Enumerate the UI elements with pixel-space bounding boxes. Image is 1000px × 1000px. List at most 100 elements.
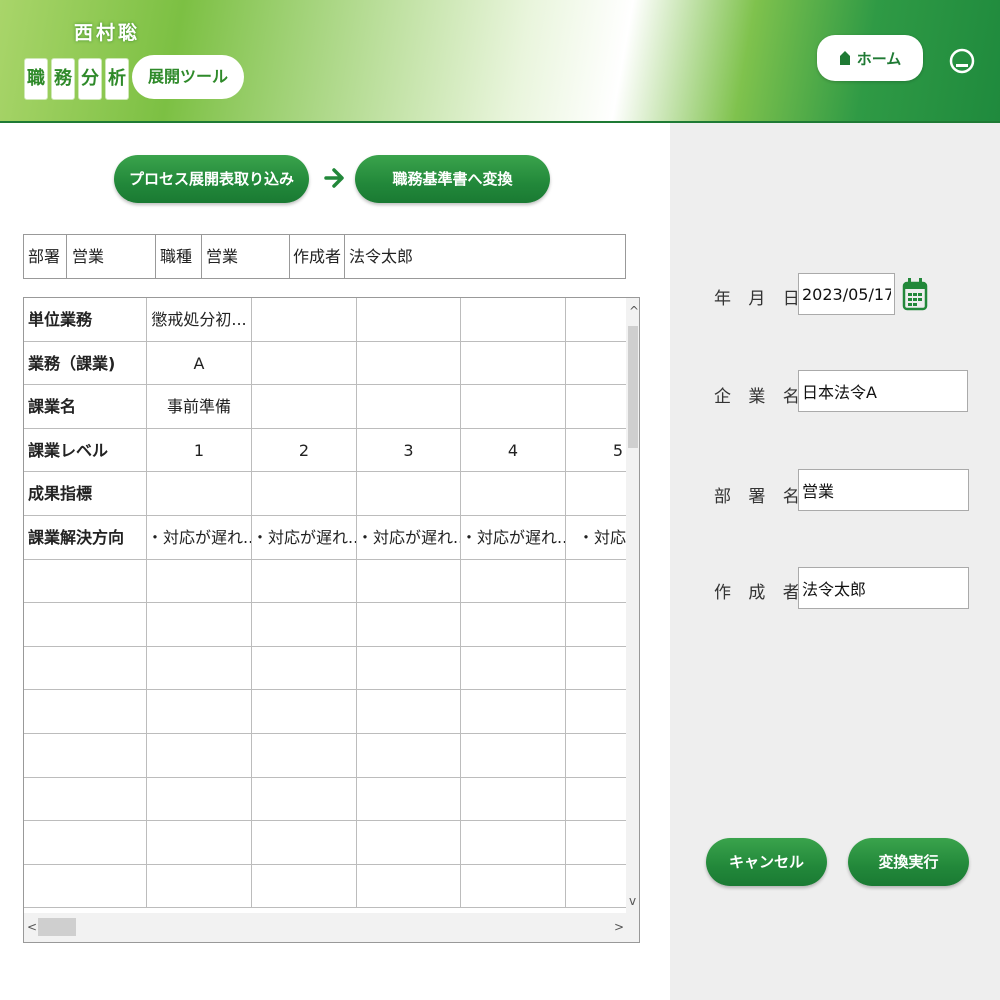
grid-cell[interactable]: [461, 690, 566, 734]
grid-cell[interactable]: [461, 734, 566, 778]
grid-cell[interactable]: [147, 559, 252, 604]
author-name: 西村聡: [74, 22, 141, 44]
arrow-right-icon: [324, 168, 344, 188]
grid-row-header[interactable]: [24, 559, 147, 604]
date-field[interactable]: [798, 273, 895, 315]
grid-row-header[interactable]: [24, 821, 147, 865]
grid-cell[interactable]: [461, 341, 566, 386]
grid-row-header[interactable]: 業務（課業): [24, 341, 147, 386]
grid-cell[interactable]: ・対応が遅れ...: [461, 516, 566, 560]
grid-cell[interactable]: [147, 646, 252, 691]
grid-cell[interactable]: ・対応が遅れ...: [252, 516, 357, 560]
grid-cell[interactable]: 1: [147, 428, 252, 473]
author-value: 法令太郎: [349, 247, 414, 266]
grid-cell[interactable]: [461, 777, 566, 822]
author-label: 作成者: [293, 247, 342, 266]
grid-row-header[interactable]: 成果指標: [24, 472, 147, 516]
grid-cell[interactable]: [147, 603, 252, 647]
grid-cell[interactable]: 4: [461, 428, 566, 473]
title-char-2: 務: [51, 58, 75, 100]
grid-row-header[interactable]: 課業名: [24, 385, 147, 429]
grid-cell[interactable]: [461, 472, 566, 516]
horizontal-scrollbar[interactable]: < >: [24, 913, 639, 942]
grid-cell[interactable]: 3: [357, 428, 461, 473]
grid-row-header[interactable]: 課業レベル: [24, 428, 147, 473]
grid-cell[interactable]: [252, 385, 357, 429]
calendar-icon[interactable]: [902, 275, 928, 313]
process-grid[interactable]: 単位業務 懲戒処分初... 業務（課業) A 課業名 事前準備 課業レベル 1 2 3 4 5 成果指標…: [23, 297, 640, 943]
grid-cell[interactable]: [461, 385, 566, 429]
grid-row-header[interactable]: [24, 646, 147, 691]
grid-cell[interactable]: [252, 777, 357, 822]
vertical-scrollbar[interactable]: ^ v: [626, 298, 639, 913]
grid-cell[interactable]: [357, 385, 461, 429]
title-char-1: 職: [24, 58, 48, 100]
grid-cell[interactable]: [252, 298, 357, 342]
cancel-button[interactable]: キャンセル: [706, 838, 827, 886]
horizontal-scroll-thumb[interactable]: [38, 918, 76, 936]
grid-cell[interactable]: ・対応が遅れ...: [357, 516, 461, 560]
grid-cell[interactable]: [147, 690, 252, 734]
dept-field[interactable]: [798, 469, 969, 511]
grid-cell[interactable]: [252, 864, 357, 909]
grid-cell[interactable]: [461, 646, 566, 691]
grid-cell[interactable]: [461, 559, 566, 604]
grid-cell[interactable]: A: [147, 341, 252, 386]
grid-cell[interactable]: [147, 777, 252, 822]
company-field[interactable]: [798, 370, 968, 412]
grid-cell[interactable]: 2: [252, 428, 357, 473]
grid-cell[interactable]: [252, 559, 357, 604]
convert-standard-button[interactable]: 職務基準書へ変換: [355, 155, 550, 203]
grid-cell[interactable]: [357, 559, 461, 604]
grid-row-header[interactable]: [24, 777, 147, 822]
grid-row-header[interactable]: 課業解決方向: [24, 516, 147, 560]
grid-cell[interactable]: [357, 734, 461, 778]
grid-cell[interactable]: [252, 472, 357, 516]
grid-cell[interactable]: [357, 341, 461, 386]
grid-cell[interactable]: [252, 646, 357, 691]
grid-cell[interactable]: [461, 821, 566, 865]
grid-row-header[interactable]: [24, 690, 147, 734]
grid-cell[interactable]: [252, 821, 357, 865]
scroll-left-icon[interactable]: <: [27, 920, 37, 934]
import-process-button[interactable]: プロセス展開表取り込み: [114, 155, 309, 203]
execute-button[interactable]: 変換実行: [848, 838, 969, 886]
scroll-down-icon[interactable]: v: [629, 894, 636, 908]
home-button[interactable]: ホーム: [817, 35, 923, 81]
grid-cell[interactable]: 事前準備: [147, 385, 252, 429]
grid-cell[interactable]: ・対応が遅れ...: [147, 516, 252, 560]
grid-row-header[interactable]: [24, 864, 147, 909]
grid-cell[interactable]: [357, 298, 461, 342]
grid-cell[interactable]: [147, 821, 252, 865]
grid-cell[interactable]: [147, 734, 252, 778]
grid-cell[interactable]: [461, 864, 566, 909]
grid-cell[interactable]: [357, 777, 461, 822]
grid-cell[interactable]: [252, 734, 357, 778]
grid-row-header[interactable]: [24, 603, 147, 647]
grid-cell[interactable]: [357, 646, 461, 691]
grid-cell[interactable]: [252, 690, 357, 734]
scroll-right-icon[interactable]: >: [614, 920, 624, 934]
grid-cell[interactable]: [147, 864, 252, 909]
grid-row-header[interactable]: 単位業務: [24, 298, 147, 342]
grid-cell[interactable]: [461, 298, 566, 342]
creator-field[interactable]: [798, 567, 969, 609]
dept-label: 部署: [28, 247, 61, 266]
grid-cell[interactable]: [357, 603, 461, 647]
grid-cell[interactable]: [147, 472, 252, 516]
grid-cell[interactable]: [252, 603, 357, 647]
job-value: 営業: [206, 247, 239, 266]
grid-cell[interactable]: [357, 821, 461, 865]
grid-cell[interactable]: [357, 864, 461, 909]
grid-cell[interactable]: 懲戒処分初...: [147, 298, 252, 342]
grid-cell[interactable]: [357, 690, 461, 734]
grid-cell[interactable]: [252, 341, 357, 386]
scroll-up-icon[interactable]: ^: [629, 304, 639, 318]
grid-cell[interactable]: [357, 472, 461, 516]
grid-row-header[interactable]: [24, 734, 147, 778]
divider: [289, 235, 290, 278]
home-button-label: ホーム: [856, 49, 902, 68]
logout-icon[interactable]: [949, 45, 975, 75]
vertical-scroll-thumb[interactable]: [628, 326, 638, 448]
grid-cell[interactable]: [461, 603, 566, 647]
